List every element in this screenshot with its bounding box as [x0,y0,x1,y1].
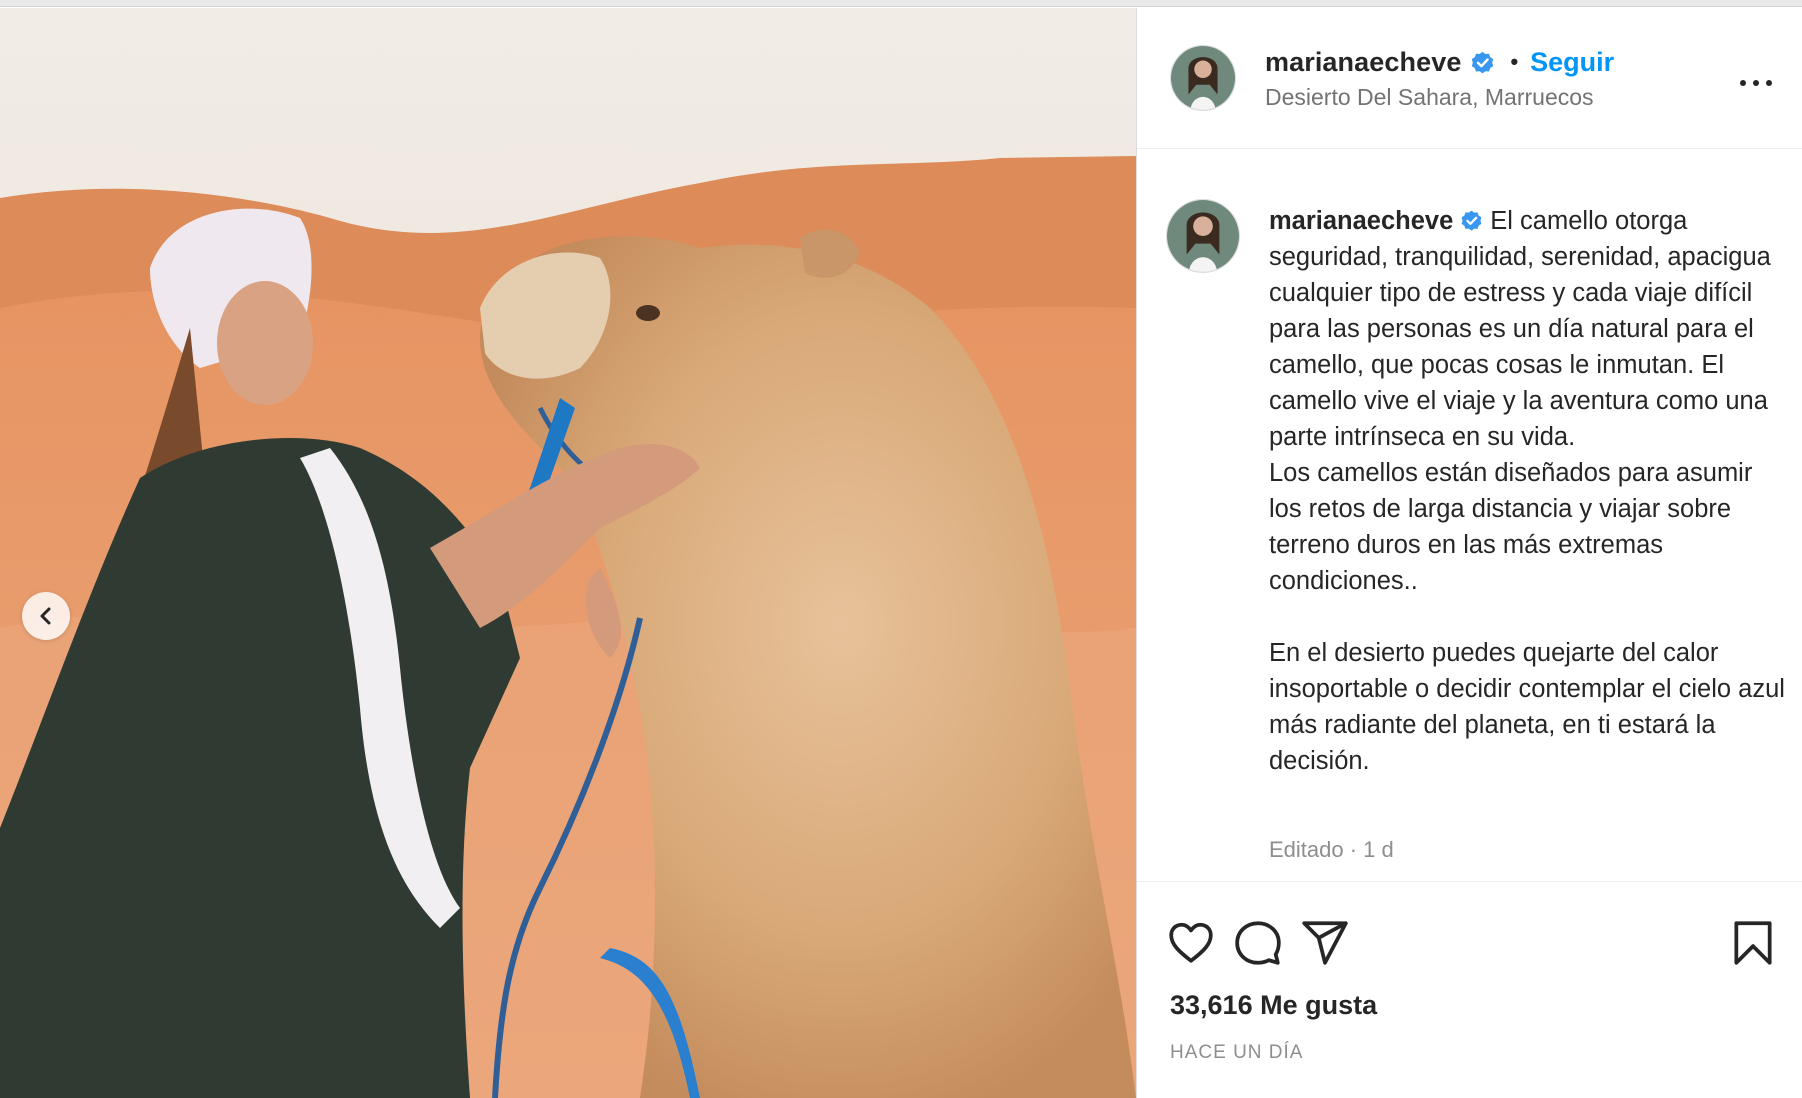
avatar-image [1167,200,1239,272]
likes-count[interactable]: 33,616 Me gusta [1170,990,1377,1021]
avatar-image [1171,46,1235,110]
share-icon-svg [1302,921,1348,965]
heart-icon-svg [1169,922,1213,963]
caption-text: marianaecheve El camello otorga seguridad… [1269,203,1789,779]
more-dot [1753,80,1759,86]
carousel-prev-button[interactable] [22,592,70,640]
caption-body: El camello otorga seguridad, tranquilida… [1269,207,1785,775]
more-options-icon[interactable] [1736,68,1776,98]
bookmark-icon[interactable] [1728,918,1778,968]
heart-icon[interactable] [1166,918,1216,968]
browser-top-edge [0,0,1802,7]
post-header: marianaecheve • Seguir Desierto Del Saha… [1137,8,1802,149]
header-user-row: marianaecheve • Seguir [1265,44,1614,80]
comment-icon[interactable] [1233,918,1283,968]
edited-label: Editado · 1 d [1269,837,1394,862]
verified-badge-icon [1472,51,1494,73]
comment-icon-svg [1235,921,1281,965]
caption-avatar[interactable] [1166,199,1240,273]
paper-plane-icon[interactable] [1300,918,1350,968]
desert-camel-photo [0,8,1136,1098]
separator-dot: • [1510,49,1519,74]
chevron-left-icon [40,607,51,625]
follow-button[interactable]: Seguir [1530,47,1614,78]
caption-area: marianaecheve El camello otorga seguridad… [1137,149,1802,889]
more-dot [1740,80,1746,86]
bookmark-icon-svg [1734,921,1772,965]
location-link[interactable]: Desierto Del Sahara, Marruecos [1265,84,1594,111]
avatar[interactable] [1170,45,1236,111]
action-bar [1137,881,1802,965]
username[interactable]: marianaecheve [1265,47,1461,78]
post-side-panel: marianaecheve • Seguir Desierto Del Saha… [1137,8,1802,1098]
caption-username[interactable]: marianaecheve [1269,207,1453,235]
post-timestamp[interactable]: HACE UN DÍA [1170,1042,1303,1064]
more-dot [1766,80,1772,86]
post-photo[interactable] [0,8,1136,1098]
verified-badge-icon [1461,210,1482,231]
